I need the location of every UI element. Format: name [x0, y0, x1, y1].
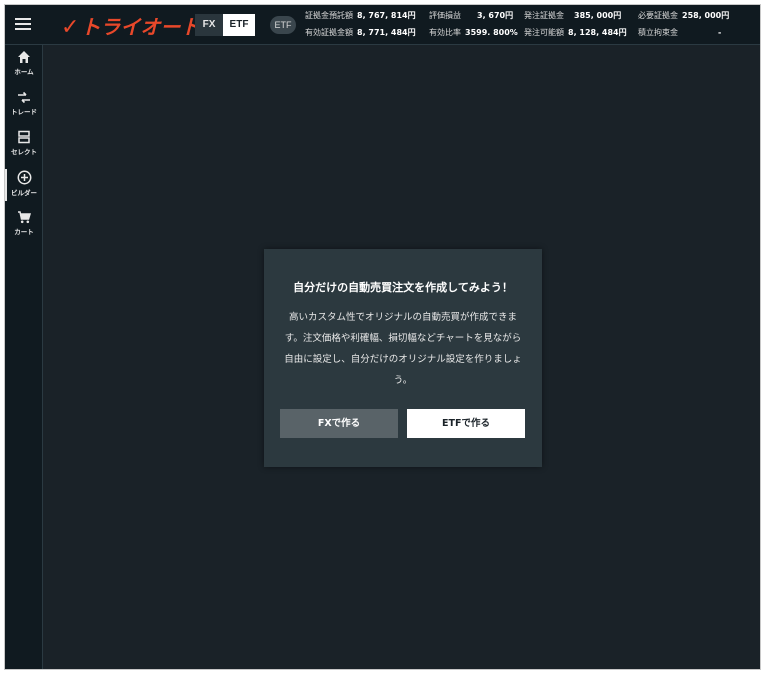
- stat-orderable-amount: 発注可能額 8, 128, 484円: [524, 27, 627, 38]
- sidebar-item-builder[interactable]: ビルダー: [5, 167, 43, 205]
- select-icon: [18, 130, 30, 144]
- sidebar-item-trade[interactable]: トレード: [5, 87, 43, 125]
- tab-fx[interactable]: FX: [195, 14, 223, 36]
- stat-label: 有効証拠金額: [305, 28, 353, 37]
- stat-reserve-locked: 積立拘束金 -: [638, 27, 721, 38]
- stat-deposit: 証拠金預託額 8, 767, 814円: [305, 10, 416, 21]
- stat-label: 発注証拠金: [524, 11, 564, 20]
- home-icon: [18, 51, 30, 63]
- menu-icon[interactable]: [15, 18, 31, 30]
- stat-value: 8, 771, 484円: [357, 28, 416, 37]
- stat-value: 258, 000円: [682, 11, 730, 20]
- stat-label: 評価損益: [429, 11, 461, 20]
- stat-required-margin: 必要証拠金 258, 000円: [638, 10, 729, 21]
- stat-label: 積立拘束金: [638, 28, 678, 37]
- logo-text: トライオート: [80, 15, 201, 39]
- create-fx-button[interactable]: FXで作る: [280, 409, 398, 438]
- top-bar: ✓トライオート FX ETF ETF 証拠金預託額 8, 767, 814円 評価…: [5, 5, 760, 45]
- tab-etf[interactable]: ETF: [223, 14, 255, 36]
- dialog-body: 高いカスタム性でオリジナルの自動売買が作成できます。注文価格や利確幅、損切幅など…: [284, 312, 522, 386]
- stat-effective-ratio: 有効比率 3599. 800%: [429, 27, 518, 38]
- app-window: ✓トライオート FX ETF ETF 証拠金預託額 8, 767, 814円 評価…: [4, 4, 761, 670]
- stat-effective-margin: 有効証拠金額 8, 771, 484円: [305, 27, 416, 38]
- sidebar-item-label: ビルダー: [11, 189, 37, 197]
- sidebar-item-label: トレード: [11, 108, 37, 116]
- sidebar-item-cart[interactable]: カート: [5, 207, 43, 245]
- stat-value: 3, 670円: [477, 11, 514, 20]
- builder-intro-dialog: 自分だけの自動売買注文を作成してみよう！ 高いカスタム性でオリジナルの自動売買が…: [264, 249, 542, 467]
- stat-value: 8, 128, 484円: [568, 28, 627, 37]
- mode-switch: FX ETF: [195, 14, 255, 36]
- etf-badge[interactable]: ETF: [270, 16, 296, 34]
- stat-order-margin: 発注証拠金 385, 000円: [524, 10, 621, 21]
- sidebar-item-select[interactable]: セレクト: [5, 127, 43, 165]
- stat-label: 発注可能額: [524, 28, 564, 37]
- stat-unrealized-pl: 評価損益 3, 670円: [429, 10, 513, 21]
- dialog-title: 自分だけの自動売買注文を作成してみよう！: [293, 281, 513, 294]
- cart-icon: [18, 211, 31, 224]
- stat-label: 証拠金預託額: [305, 11, 353, 20]
- stat-value: -: [718, 28, 722, 37]
- stat-value: 385, 000円: [574, 11, 622, 20]
- create-etf-button[interactable]: ETFで作る: [407, 409, 525, 438]
- sidebar-item-label: カート: [14, 228, 34, 236]
- logo-mark: ✓: [61, 15, 80, 40]
- sidebar-item-label: セレクト: [11, 148, 37, 156]
- trade-icon: [18, 91, 30, 104]
- plus-circle-icon: [17, 170, 31, 185]
- stat-value: 8, 767, 814円: [357, 11, 416, 20]
- stat-label: 有効比率: [429, 28, 461, 37]
- sidebar: ホーム トレード セレクト ビルダー カート: [5, 45, 43, 669]
- app-logo[interactable]: ✓トライオート: [61, 11, 200, 40]
- sidebar-item-home[interactable]: ホーム: [5, 47, 43, 85]
- stat-value: 3599. 800%: [465, 28, 518, 37]
- stat-label: 必要証拠金: [638, 11, 678, 20]
- sidebar-item-label: ホーム: [14, 68, 34, 76]
